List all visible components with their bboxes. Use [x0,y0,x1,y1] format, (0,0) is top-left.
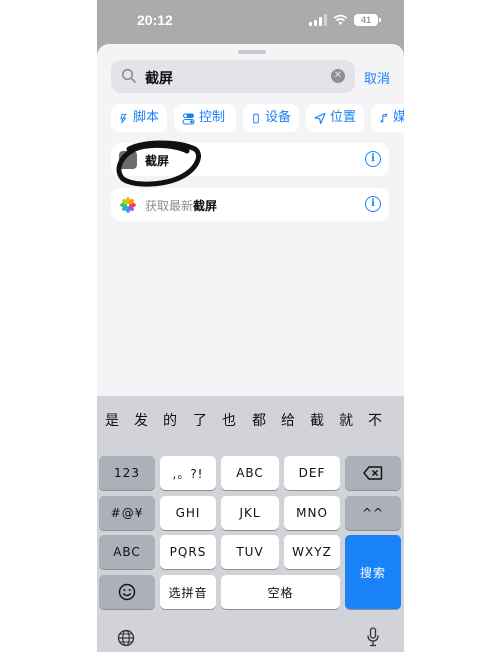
category-chip-label: 媒体 [392,110,404,125]
location-arrow-icon [314,112,326,124]
candidate-word[interactable]: 就 [339,410,353,430]
category-chip-script[interactable]: 脚本 [111,104,167,132]
candidate-word[interactable]: 都 [252,410,266,430]
candidate-word[interactable]: 了 [193,410,207,430]
candidate-word[interactable]: 的 [163,410,177,430]
clear-search-icon[interactable]: ✕ [331,69,345,83]
candidate-word[interactable]: 发 [134,410,148,430]
category-chip-label: 控制 [199,110,226,125]
cancel-button[interactable]: 取消 [364,68,390,87]
delete-icon [363,466,383,480]
search-key[interactable]: 搜索 [345,535,401,609]
search-input[interactable]: 截屏 ✕ [111,60,355,93]
globe-icon[interactable] [117,629,135,647]
candidate-word[interactable]: 截 [310,410,324,430]
toggle-icon [182,113,195,125]
candidate-word[interactable]: 也 [222,410,236,430]
result-title-highlight: 截屏 [193,199,218,213]
status-bar: 20:12 41 [97,0,404,40]
space-key[interactable]: 空格 [221,575,340,609]
info-icon[interactable]: i [365,196,381,212]
info-icon[interactable]: i [365,151,381,167]
photos-icon [120,197,136,213]
result-row-get-latest-screenshot[interactable]: 获取最新截屏 i [111,188,389,221]
punctuation-key[interactable]: ,。?! [160,456,216,490]
def-key[interactable]: DEF [284,456,340,490]
chinese-keyboard: 是 发 的 了 也 都 给 截 就 不 123 ,。?! ABC DEF #@¥… [97,396,404,652]
script-icon [120,113,127,123]
phone-screen: 20:12 41 截屏 ✕ 取消 脚本 控制 设备 位置 媒 截屏 i 获取最新… [97,0,404,652]
abc-key[interactable]: ABC [221,456,279,490]
result-row-screenshot[interactable]: 截屏 i [111,143,389,176]
status-icons: 41 [309,12,381,28]
abc-switch-key[interactable]: ABC [99,535,155,569]
category-chip-label: 位置 [329,110,356,125]
screenshot-icon [119,151,137,169]
signal-icon [309,14,327,26]
emoji-icon [118,583,136,601]
wxyz-key[interactable]: WXYZ [284,535,340,569]
candidate-word[interactable]: 是 [105,410,119,430]
phone-icon [253,113,259,123]
jkl-key[interactable]: JKL [221,496,279,530]
sheet-grabber[interactable] [238,50,266,54]
search-icon [121,68,136,83]
category-chip-media[interactable]: 媒体 [371,104,404,132]
status-time: 20:12 [137,12,173,28]
music-note-icon [380,113,388,122]
category-chip-control[interactable]: 控制 [174,104,236,132]
result-title-prefix: 获取最新 [145,199,194,213]
mno-key[interactable]: MNO [284,496,340,530]
caret-key[interactable]: ^^ [345,496,401,530]
pqrs-key[interactable]: PQRS [160,535,216,569]
candidate-word[interactable]: 不 [368,410,382,430]
category-filter-bar: 脚本 控制 设备 位置 媒 [111,104,404,134]
battery-icon: 41 [354,14,381,26]
select-pinyin-key[interactable]: 选拼音 [160,575,216,609]
search-query: 截屏 [145,71,173,87]
emoji-key[interactable] [99,575,155,609]
result-title: 截屏 [145,154,170,168]
wifi-icon [333,14,348,25]
symbols-key[interactable]: #@¥ [99,496,155,530]
category-chip-label: 脚本 [132,110,159,125]
category-chip-location[interactable]: 位置 [306,104,364,132]
shortcut-search-sheet: 截屏 ✕ 取消 脚本 控制 设备 位置 媒 截屏 i 获取最新截屏 i [97,44,404,396]
numbers-key[interactable]: 123 [99,456,155,490]
microphone-icon[interactable] [367,627,379,647]
candidate-bar: 是 发 的 了 也 都 给 截 就 不 [97,396,404,440]
category-chip-label: 设备 [264,110,291,125]
delete-key[interactable] [345,456,401,490]
tuv-key[interactable]: TUV [221,535,279,569]
category-chip-device[interactable]: 设备 [243,104,299,132]
candidate-word[interactable]: 给 [281,410,295,430]
ghi-key[interactable]: GHI [160,496,216,530]
